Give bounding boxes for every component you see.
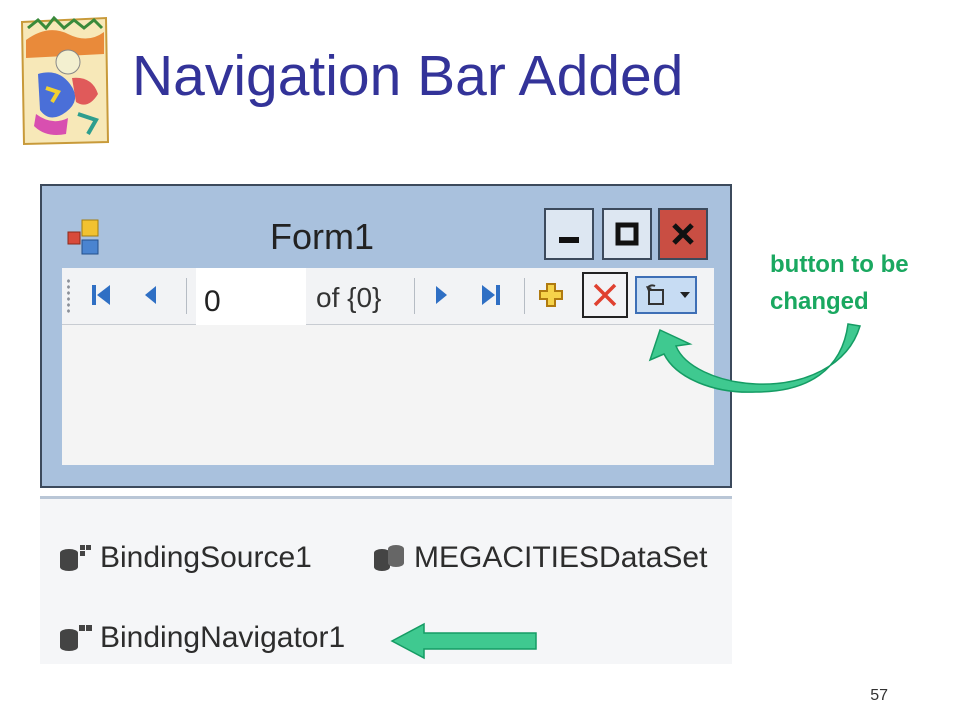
move-last-icon (482, 285, 500, 305)
page-number: 57 (870, 687, 888, 704)
toolbar-grip[interactable] (66, 278, 71, 314)
maximize-button[interactable] (602, 208, 652, 260)
form-client-area (62, 325, 714, 465)
tray-item-label: BindingNavigator1 (100, 621, 346, 654)
add-new-icon (539, 283, 563, 307)
toolbar-separator (524, 278, 525, 314)
slide-title: Navigation Bar Added (132, 44, 684, 108)
binding-source-icon (60, 545, 91, 571)
close-button[interactable] (658, 208, 708, 260)
move-next-button[interactable] (426, 280, 456, 310)
record-count-label: of {0} (316, 282, 382, 313)
tray-item-label: BindingSource1 (100, 541, 312, 574)
move-previous-icon (145, 286, 156, 304)
form1-window: Form1 of {0} (40, 184, 732, 488)
maximize-icon (615, 222, 639, 246)
toolbar-separator (414, 278, 415, 314)
toolbar-separator (186, 278, 187, 314)
binding-navigator-toolbar: of {0} (62, 268, 714, 326)
move-first-button[interactable] (86, 280, 116, 310)
binding-navigator-icon (60, 625, 92, 651)
position-input[interactable] (196, 268, 306, 326)
move-last-button[interactable] (476, 280, 506, 310)
close-icon (672, 223, 694, 245)
reset-dropdown-button[interactable] (635, 276, 697, 314)
move-previous-button[interactable] (136, 280, 166, 310)
delete-icon (593, 283, 617, 307)
tray-item-binding-navigator[interactable]: BindingNavigator1 (58, 621, 345, 655)
tray-item-label: MEGACITIESDataSet (414, 541, 708, 574)
move-first-icon (92, 285, 110, 305)
decorative-clipart (18, 14, 110, 146)
form-title: Form1 (270, 216, 375, 257)
delete-button[interactable] (582, 272, 628, 318)
add-new-button[interactable] (536, 280, 566, 310)
move-next-icon (436, 286, 447, 304)
component-tray: BindingSource1 MEGACITIESDataSet Binding… (40, 496, 732, 664)
callout-line-2: changed (770, 288, 869, 316)
dataset-icon (374, 545, 404, 571)
form-app-icon (66, 218, 104, 256)
chevron-down-icon (680, 292, 690, 298)
tray-item-binding-source[interactable]: BindingSource1 (58, 541, 312, 575)
callout-line-1: button to be (770, 251, 909, 278)
callout-text: button to be changed (770, 246, 909, 320)
reset-dropdown-icon (646, 284, 664, 305)
tray-item-dataset[interactable]: MEGACITIESDataSet (372, 541, 707, 575)
minimize-button[interactable] (544, 208, 594, 260)
minimize-icon (559, 237, 579, 243)
